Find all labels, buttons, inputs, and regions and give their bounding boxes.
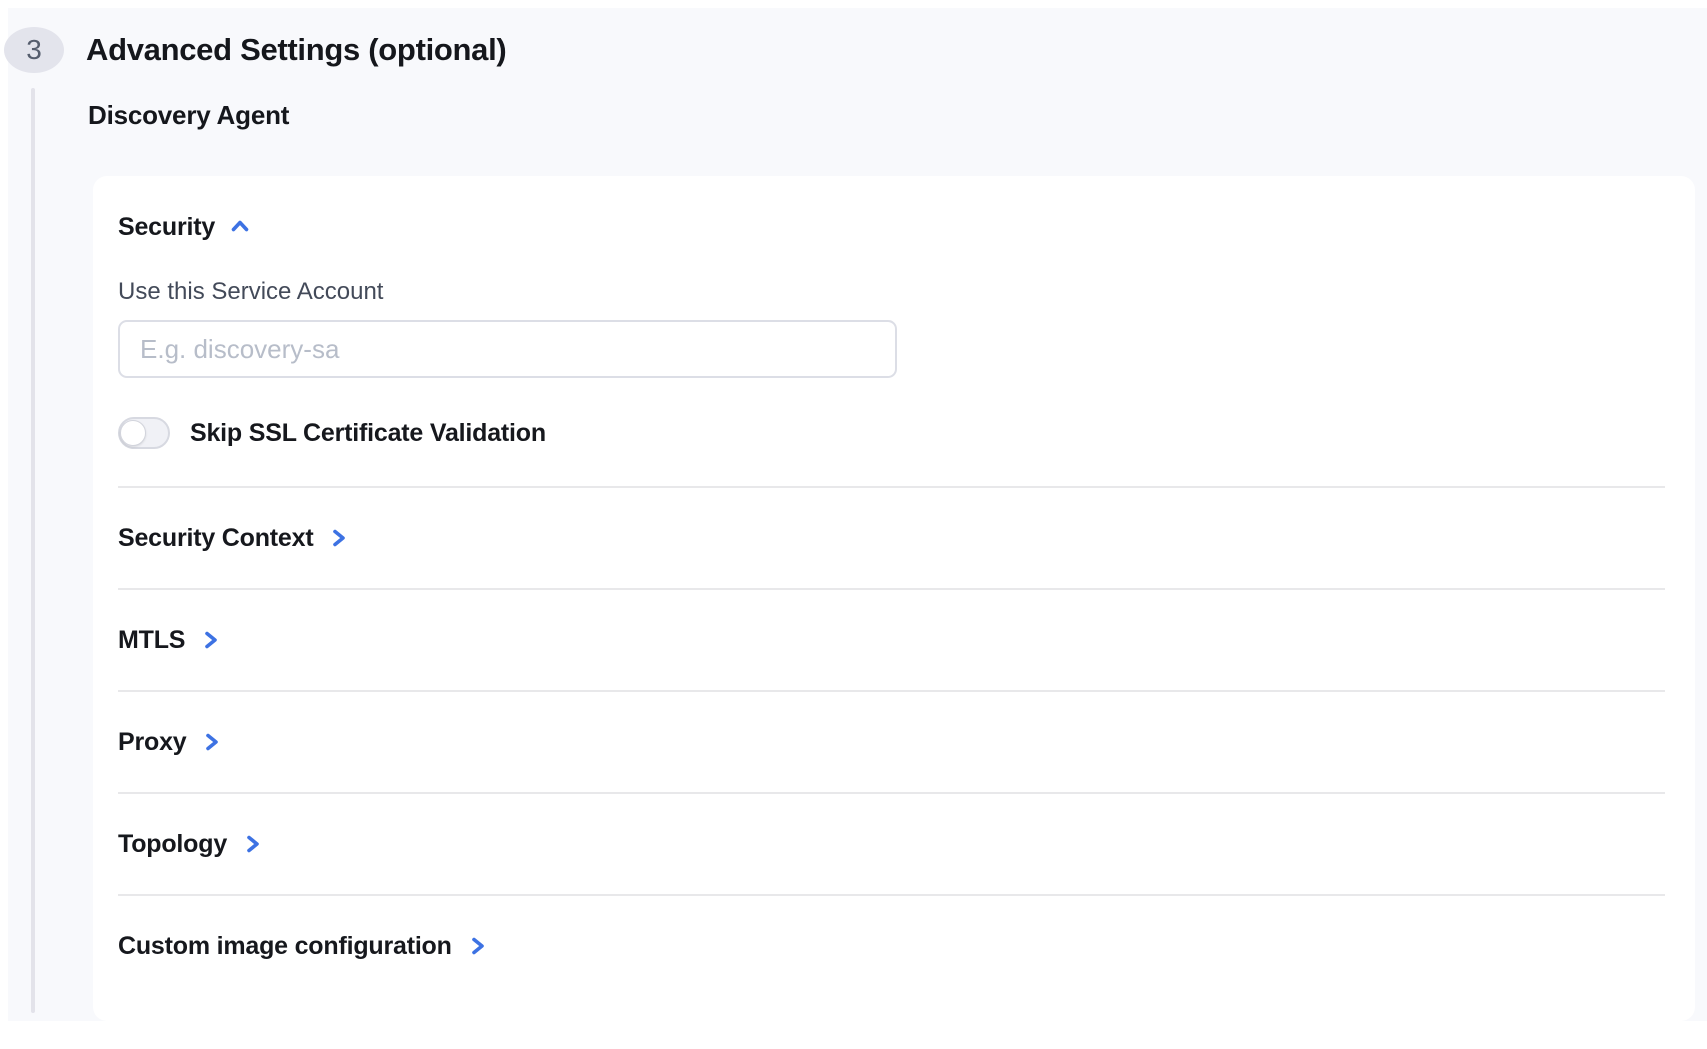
step-number: 3: [26, 34, 42, 66]
chevron-right-icon: [201, 730, 223, 754]
section-topology[interactable]: Topology: [118, 794, 1665, 894]
section-label: MTLS: [118, 624, 185, 656]
chevron-right-icon: [328, 526, 350, 550]
section-custom-image-configuration[interactable]: Custom image configuration: [118, 896, 1665, 996]
security-section-label: Security: [118, 211, 215, 243]
skip-ssl-toggle[interactable]: [118, 417, 170, 449]
section-label: Proxy: [118, 726, 186, 758]
page-title: Advanced Settings (optional): [86, 27, 506, 73]
ssl-toggle-row: Skip SSL Certificate Validation: [118, 417, 1665, 449]
chevron-right-icon: [200, 628, 222, 652]
chevron-right-icon: [467, 934, 489, 958]
security-section-toggle[interactable]: Security: [118, 212, 1665, 242]
chevron-right-icon: [242, 832, 264, 856]
step-number-badge: 3: [4, 27, 64, 73]
service-account-label: Use this Service Account: [118, 277, 1665, 307]
service-account-input[interactable]: [118, 320, 897, 378]
step-connector-line: [31, 88, 35, 1013]
section-security-context[interactable]: Security Context: [118, 488, 1665, 588]
page-title-text: Advanced Settings (optional): [86, 32, 506, 68]
section-label: Security Context: [118, 522, 313, 554]
chevron-up-icon: [228, 215, 252, 239]
section-proxy[interactable]: Proxy: [118, 692, 1665, 792]
advanced-settings-card: Security Use this Service Account Skip S…: [93, 176, 1695, 1021]
skip-ssl-toggle-label: Skip SSL Certificate Validation: [190, 417, 546, 449]
discovery-agent-heading: Discovery Agent: [88, 100, 289, 131]
toggle-knob: [120, 420, 146, 446]
section-label: Topology: [118, 828, 227, 860]
section-mtls[interactable]: MTLS: [118, 590, 1665, 690]
section-label: Custom image configuration: [118, 930, 452, 962]
